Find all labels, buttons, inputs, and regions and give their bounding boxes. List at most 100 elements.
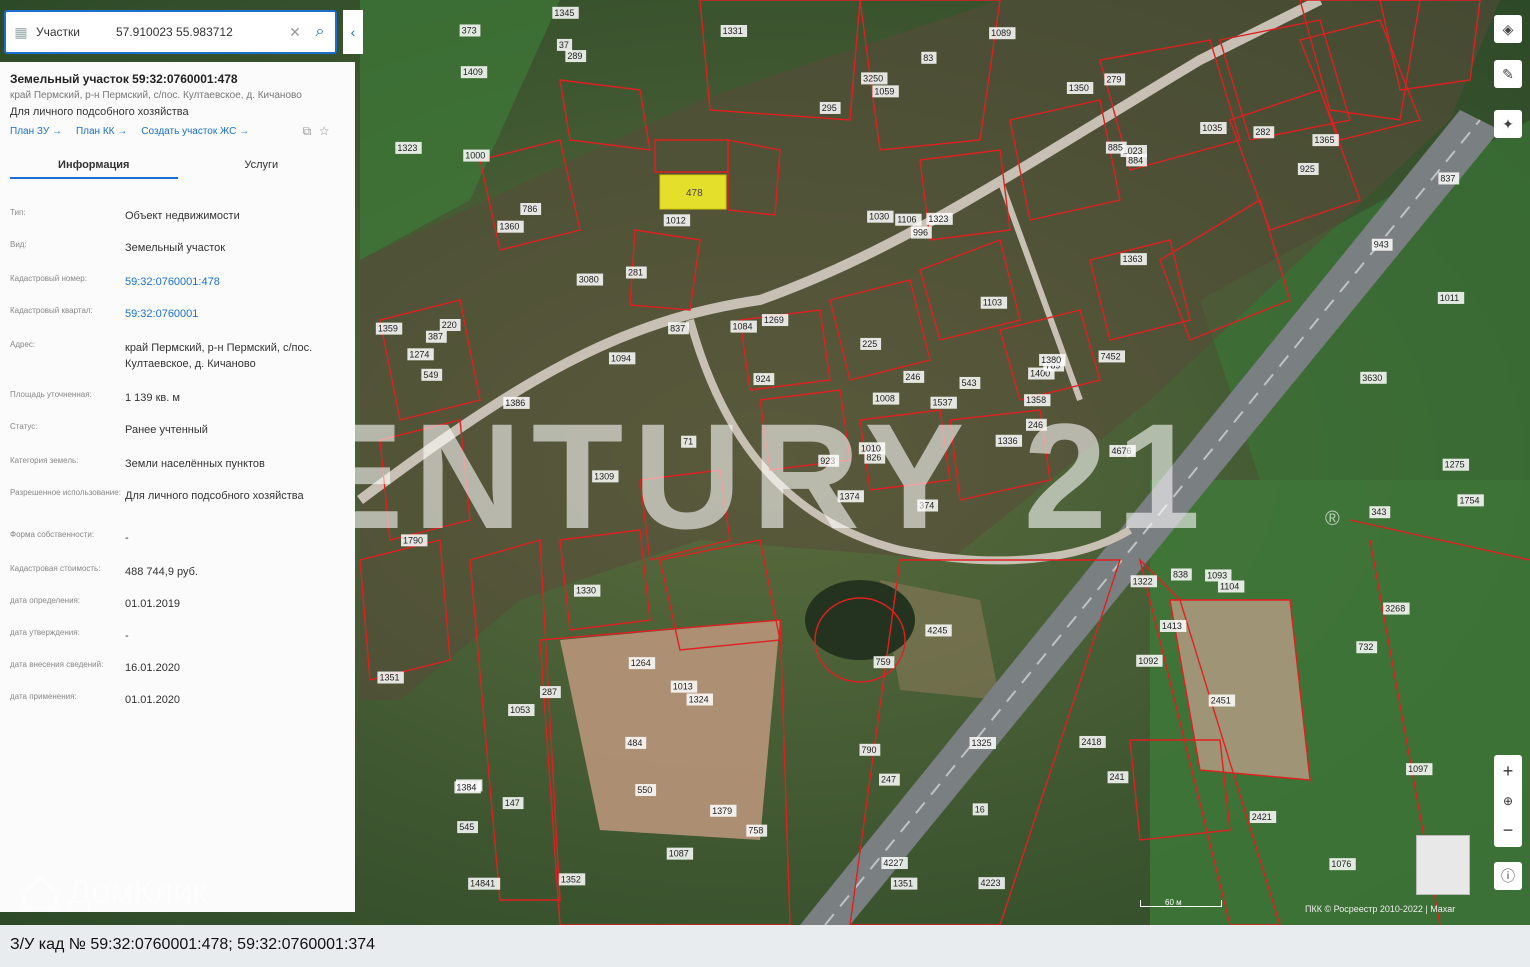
parcel-number-label[interactable]: 220	[442, 320, 457, 330]
bookmark-icon[interactable]: ☆	[319, 124, 337, 138]
parcel-number-label[interactable]: 837	[1440, 173, 1455, 183]
parcel-number-label[interactable]: 996	[913, 228, 928, 238]
parcel-number-label[interactable]: 1380	[1041, 355, 1061, 365]
parcel-number-label[interactable]: 885	[1108, 143, 1123, 153]
zoom-in-icon[interactable]: +	[1503, 761, 1514, 782]
parcel-number-label[interactable]: 1087	[669, 849, 689, 859]
parcel-number-label[interactable]: 1325	[972, 738, 992, 748]
locate-icon[interactable]: ✦	[1494, 110, 1522, 138]
parcel-number-label[interactable]: 1076	[1331, 859, 1351, 869]
parcel-number-label[interactable]: 279	[1106, 74, 1121, 84]
parcel-number-label[interactable]: 1754	[1459, 495, 1479, 505]
parcel-number-label[interactable]: 1030	[869, 212, 889, 222]
search-input[interactable]: 57.910023 55.983712	[116, 25, 285, 39]
parcel-number-label[interactable]: 1365	[1314, 135, 1334, 145]
parcel-number-label[interactable]: 1379	[712, 806, 732, 816]
parcel-number-label[interactable]: 1345	[554, 8, 574, 18]
collapse-icon[interactable]: ‹	[343, 10, 363, 54]
tab-services[interactable]: Услуги	[178, 159, 346, 179]
parcel-number-label[interactable]: 1323	[397, 143, 417, 153]
parcel-number-label[interactable]: 1013	[673, 682, 693, 692]
parcel-number-label[interactable]: 1269	[764, 315, 784, 325]
parcel-number-label[interactable]: 16	[975, 804, 985, 814]
search-icon[interactable]: ⌕	[305, 23, 335, 41]
parcel-number-label[interactable]: 281	[628, 268, 643, 278]
parcel-number-label[interactable]: 1323	[928, 214, 948, 224]
plan-kk-link[interactable]: План КК →	[76, 126, 127, 137]
parcel-number-label[interactable]: 83	[923, 53, 933, 63]
parcel-number-label[interactable]: 1274	[409, 349, 429, 359]
parcel-number-label[interactable]: 1351	[893, 879, 913, 889]
parcel-number-label[interactable]: 1331	[723, 26, 743, 36]
parcel-number-label[interactable]: 1092	[1138, 656, 1158, 666]
parcel-number-label[interactable]: 1103	[983, 298, 1002, 308]
parcel-number-label[interactable]: 241	[1110, 772, 1125, 782]
parcel-number-label[interactable]: 1324	[689, 695, 709, 705]
parcel-number-label[interactable]: 732	[1358, 642, 1373, 652]
parcel-number-label[interactable]: 1084	[732, 322, 752, 332]
parcel-number-label[interactable]: 1012	[666, 215, 686, 225]
parcel-number-label[interactable]: 549	[423, 370, 438, 380]
clear-icon[interactable]: ✕	[285, 24, 305, 41]
parcel-number-label[interactable]: 1409	[463, 67, 483, 77]
parcel-number-label[interactable]: 1322	[1133, 576, 1153, 586]
parcel-number-label[interactable]: 1011	[1440, 293, 1459, 303]
parcel-number-label[interactable]: 1413	[1162, 621, 1182, 631]
parcel-number-label[interactable]: 246	[905, 372, 920, 382]
parcel-number-label[interactable]: 1275	[1445, 460, 1465, 470]
parcel-number-label[interactable]: 1363	[1122, 254, 1142, 264]
parcel-number-label[interactable]: 373	[462, 25, 477, 35]
parcel-number-label[interactable]: 4227	[883, 858, 903, 868]
parcel-number-label[interactable]: 943	[1374, 240, 1389, 250]
parcel-number-label[interactable]: 1053	[510, 705, 530, 715]
parcel-number-label[interactable]: 1384	[456, 782, 476, 792]
parcel-number-label[interactable]: 1059	[874, 86, 894, 96]
parcel-number-label[interactable]: 1359	[378, 324, 398, 334]
parcel-number-label[interactable]: 3250	[863, 73, 883, 83]
parcel-number-label[interactable]: 759	[876, 657, 891, 667]
parcel-number-label[interactable]: 343	[1371, 507, 1386, 517]
parcel-number-label[interactable]: 3268	[1385, 604, 1405, 614]
parcel-number-label[interactable]: 37	[559, 40, 569, 50]
parcel-number-label[interactable]: 1352	[561, 874, 581, 884]
parcel-number-label[interactable]: 1000	[465, 151, 485, 161]
parcel-number-label[interactable]: 838	[1173, 569, 1188, 579]
parcel-number-label[interactable]: 884	[1128, 155, 1143, 165]
parcel-number-label[interactable]: 1093	[1207, 570, 1227, 580]
zoom-out-icon[interactable]: −	[1503, 820, 1514, 841]
parcel-number-label[interactable]: 225	[862, 339, 877, 349]
info-icon[interactable]: ⓘ	[1494, 862, 1522, 890]
attribute-value[interactable]: 59:32:0760001:478	[125, 274, 350, 290]
search-category[interactable]: Участки	[36, 25, 116, 39]
parcel-number-label[interactable]: 3630	[1362, 373, 1382, 383]
parcel-number-label[interactable]: 1106	[897, 215, 916, 225]
parcel-number-label[interactable]: 2451	[1211, 696, 1231, 706]
parcel-number-label[interactable]: 1360	[499, 222, 519, 232]
minimap[interactable]	[1416, 835, 1470, 895]
parcel-number-label[interactable]: 2418	[1081, 737, 1101, 747]
parcel-number-label[interactable]: 550	[637, 785, 652, 795]
parcel-number-label[interactable]: 1094	[611, 353, 631, 363]
parcel-number-label[interactable]: 1351	[379, 673, 399, 683]
parcel-number-label[interactable]: 545	[459, 822, 474, 832]
parcel-number-label[interactable]: 1097	[1408, 764, 1428, 774]
parcel-number-label[interactable]: 758	[748, 826, 763, 836]
tab-information[interactable]: Информация	[10, 159, 178, 179]
parcel-number-label[interactable]: 790	[861, 745, 876, 755]
parcel-number-label[interactable]: 1104	[1220, 581, 1239, 591]
parcel-number-label[interactable]: 925	[1300, 164, 1315, 174]
copy-icon[interactable]: ⧉	[303, 124, 320, 138]
parcel-number-label[interactable]: 247	[881, 775, 896, 785]
parcel-number-label[interactable]: 282	[1255, 127, 1270, 137]
parcel-number-label[interactable]: 1089	[991, 28, 1011, 38]
parcel-number-label[interactable]: 543	[962, 378, 977, 388]
parcel-number-label[interactable]: 1330	[576, 586, 596, 596]
compass-icon[interactable]: ⊕	[1503, 794, 1513, 808]
parcel-number-label[interactable]: 387	[428, 332, 443, 342]
create-parcel-link[interactable]: Создать участок ЖС →	[141, 126, 249, 137]
parcel-number-label[interactable]: 924	[755, 374, 770, 384]
parcel-number-label[interactable]: 484	[627, 738, 642, 748]
parcel-number-label[interactable]: 2421	[1252, 812, 1272, 822]
parcel-number-label[interactable]: 147	[505, 798, 520, 808]
parcel-number-label[interactable]: 1350	[1069, 83, 1089, 93]
